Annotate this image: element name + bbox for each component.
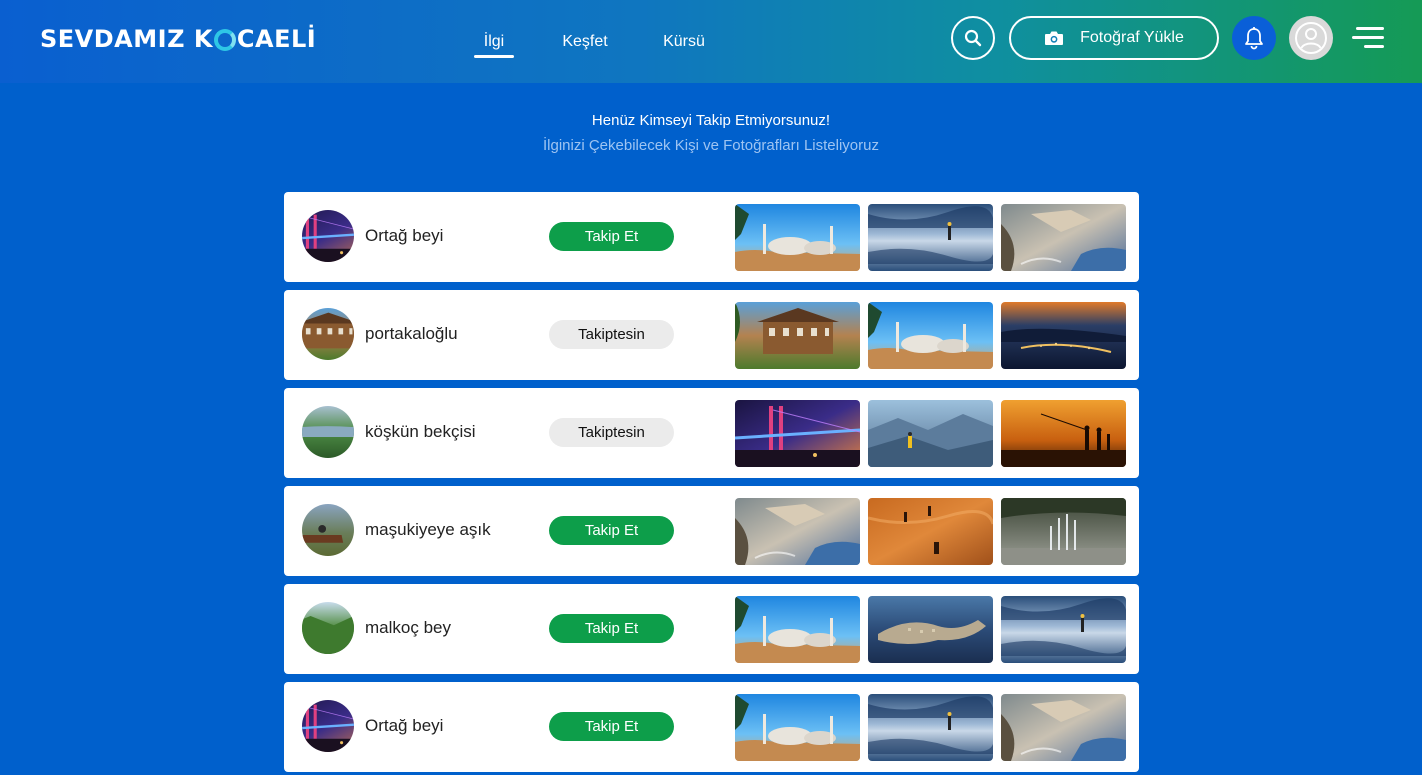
bell-icon <box>1245 27 1263 50</box>
follow-button[interactable]: Takip Et <box>549 614 674 643</box>
logo-text-right: CAELİ <box>236 25 317 53</box>
user-row: köşkün bekçisi Takiptesin <box>284 388 1139 478</box>
menu-line-middle <box>1352 36 1384 39</box>
user-name[interactable]: maşukiyeye aşık <box>365 520 491 540</box>
user-profile-button[interactable] <box>1289 16 1333 60</box>
search-button[interactable] <box>951 16 995 60</box>
logo-ring-icon <box>213 29 236 51</box>
user-avatar[interactable] <box>302 700 354 752</box>
photo-thumbnail[interactable] <box>1001 694 1126 761</box>
nav-tab-kursu[interactable]: Kürsü <box>663 0 705 83</box>
notice-title: Henüz Kimseyi Takip Etmiyorsunuz! <box>591 112 831 129</box>
user-photo-thumbnails <box>735 400 1126 467</box>
photo-thumbnail[interactable] <box>1001 302 1126 369</box>
photo-thumbnail[interactable] <box>868 596 993 663</box>
photo-thumbnail[interactable] <box>1001 596 1126 663</box>
photo-thumbnail[interactable] <box>1001 400 1126 467</box>
photo-thumbnail[interactable] <box>868 498 993 565</box>
user-row: maşukiyeye aşık Takip Et <box>284 486 1139 576</box>
follow-button[interactable]: Takip Et <box>549 712 674 741</box>
site-logo[interactable]: SEVDAMIZ K CAELİ <box>40 24 316 54</box>
user-avatar[interactable] <box>302 308 354 360</box>
photo-thumbnail[interactable] <box>735 596 860 663</box>
user-photo-thumbnails <box>735 596 1126 663</box>
user-row: malkoç bey Takip Et <box>284 584 1139 674</box>
menu-line-top <box>1356 27 1384 30</box>
photo-thumbnail[interactable] <box>868 302 993 369</box>
user-avatar[interactable] <box>302 602 354 654</box>
follow-button[interactable]: Takip Et <box>549 516 674 545</box>
following-button[interactable]: Takiptesin <box>549 418 674 447</box>
user-avatar[interactable] <box>302 210 354 262</box>
user-photo-thumbnails <box>735 694 1126 761</box>
camera-icon <box>1045 31 1064 45</box>
photo-thumbnail[interactable] <box>735 498 860 565</box>
user-avatar[interactable] <box>302 406 354 458</box>
user-row: Ortağ beyi Takip Et <box>284 682 1139 772</box>
photo-thumbnail[interactable] <box>735 400 860 467</box>
photo-thumbnail[interactable] <box>735 204 860 271</box>
photo-thumbnail[interactable] <box>868 204 993 271</box>
follow-button[interactable]: Takip Et <box>549 222 674 251</box>
logo-text-left: SEVDAMIZ K <box>40 25 213 53</box>
user-photo-thumbnails <box>735 204 1126 271</box>
user-name[interactable]: köşkün bekçisi <box>365 422 476 442</box>
top-header: SEVDAMIZ K CAELİ İlgi Keşfet Kürsü Fotoğr… <box>0 0 1422 83</box>
user-avatar[interactable] <box>302 504 354 556</box>
menu-line-bottom <box>1364 45 1384 48</box>
notifications-button[interactable] <box>1232 16 1276 60</box>
nav-tab-kesfet[interactable]: Keşfet <box>559 0 611 83</box>
photo-thumbnail[interactable] <box>735 694 860 761</box>
following-button[interactable]: Takiptesin <box>549 320 674 349</box>
photo-thumbnail[interactable] <box>1001 498 1126 565</box>
main-nav: İlgi Keşfet Kürsü <box>474 0 705 83</box>
user-photo-thumbnails <box>735 498 1126 565</box>
notice-subtitle: İlginizi Çekebilecek Kişi ve Fotoğraflar… <box>543 137 879 154</box>
search-icon <box>964 29 982 47</box>
user-photo-thumbnails <box>735 302 1126 369</box>
suggested-users-list: Ortağ beyi Takip Et portakaloğlu Takiptesin… <box>284 192 1139 775</box>
hamburger-menu-icon[interactable] <box>1350 24 1384 52</box>
empty-follow-notice: Henüz Kimseyi Takip Etmiyorsunuz! İlgini… <box>0 111 1422 156</box>
user-avatar-icon <box>1295 22 1327 54</box>
photo-thumbnail[interactable] <box>868 400 993 467</box>
photo-thumbnail[interactable] <box>868 694 993 761</box>
user-name[interactable]: Ortağ beyi <box>365 716 443 736</box>
photo-thumbnail[interactable] <box>735 302 860 369</box>
user-row: portakaloğlu Takiptesin <box>284 290 1139 380</box>
user-row: Ortağ beyi Takip Et <box>284 192 1139 282</box>
user-name[interactable]: Ortağ beyi <box>365 226 443 246</box>
user-name[interactable]: malkoç bey <box>365 618 451 638</box>
user-name[interactable]: portakaloğlu <box>365 324 458 344</box>
upload-photo-button[interactable]: Fotoğraf Yükle <box>1009 16 1219 60</box>
nav-tab-ilgi[interactable]: İlgi <box>474 0 514 83</box>
photo-thumbnail[interactable] <box>1001 204 1126 271</box>
upload-photo-label: Fotoğraf Yükle <box>1080 29 1184 46</box>
